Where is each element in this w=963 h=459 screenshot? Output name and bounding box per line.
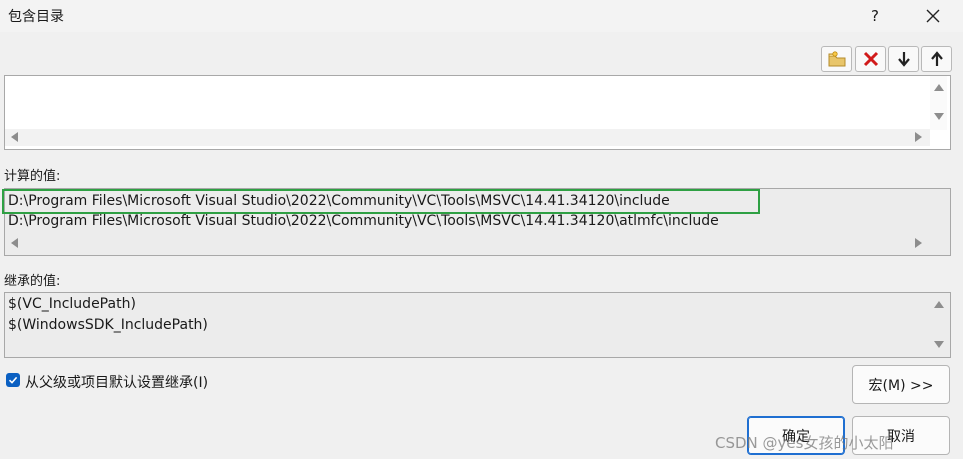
macros-button[interactable]: 宏(M) >> [852,365,950,404]
computed-line-2: D:\Program Files\Microsoft Visual Studio… [8,213,719,229]
inherited-vscroll[interactable] [930,293,947,355]
close-button[interactable] [918,3,948,29]
folder-new-icon [828,51,845,67]
computed-label: 计算的值: [4,169,61,184]
computed-hscroll[interactable] [5,234,930,251]
scroll-left-icon[interactable] [11,238,18,248]
scroll-right-icon[interactable] [915,238,922,248]
scroll-down-icon[interactable] [934,113,944,120]
scroll-up-icon[interactable] [934,84,944,91]
help-button[interactable]: ? [862,3,888,29]
delete-button[interactable] [855,46,886,72]
scroll-right-icon[interactable] [915,132,922,142]
inherited-label: 继承的值: [4,274,61,289]
scroll-up-icon[interactable] [934,301,944,308]
new-line-button[interactable] [821,46,852,72]
inherited-line-1: $(VC_IncludePath) [8,296,136,312]
scroll-left-icon[interactable] [11,132,18,142]
title-bar [0,0,963,32]
arrow-up-icon [930,51,943,66]
arrow-down-icon [897,52,910,67]
watermark: CSDN @yes女孩的小太阳 [715,434,894,452]
inherit-checkbox-label[interactable]: 从父级或项目默认设置继承(I) [25,372,208,392]
computed-line-1: D:\Program Files\Microsoft Visual Studio… [8,193,670,209]
delete-icon [863,51,878,67]
edit-list-hscroll[interactable] [5,129,930,146]
window-title: 包含目录 [8,9,64,25]
close-icon [926,9,940,23]
edit-list-vscroll[interactable] [930,76,947,130]
inherit-checkbox[interactable] [6,373,20,387]
checkmark-icon [8,376,18,384]
move-up-button[interactable] [921,46,952,72]
inherited-line-2: $(WindowsSDK_IncludePath) [8,317,208,333]
move-down-button[interactable] [888,46,919,72]
scroll-down-icon[interactable] [934,341,944,348]
